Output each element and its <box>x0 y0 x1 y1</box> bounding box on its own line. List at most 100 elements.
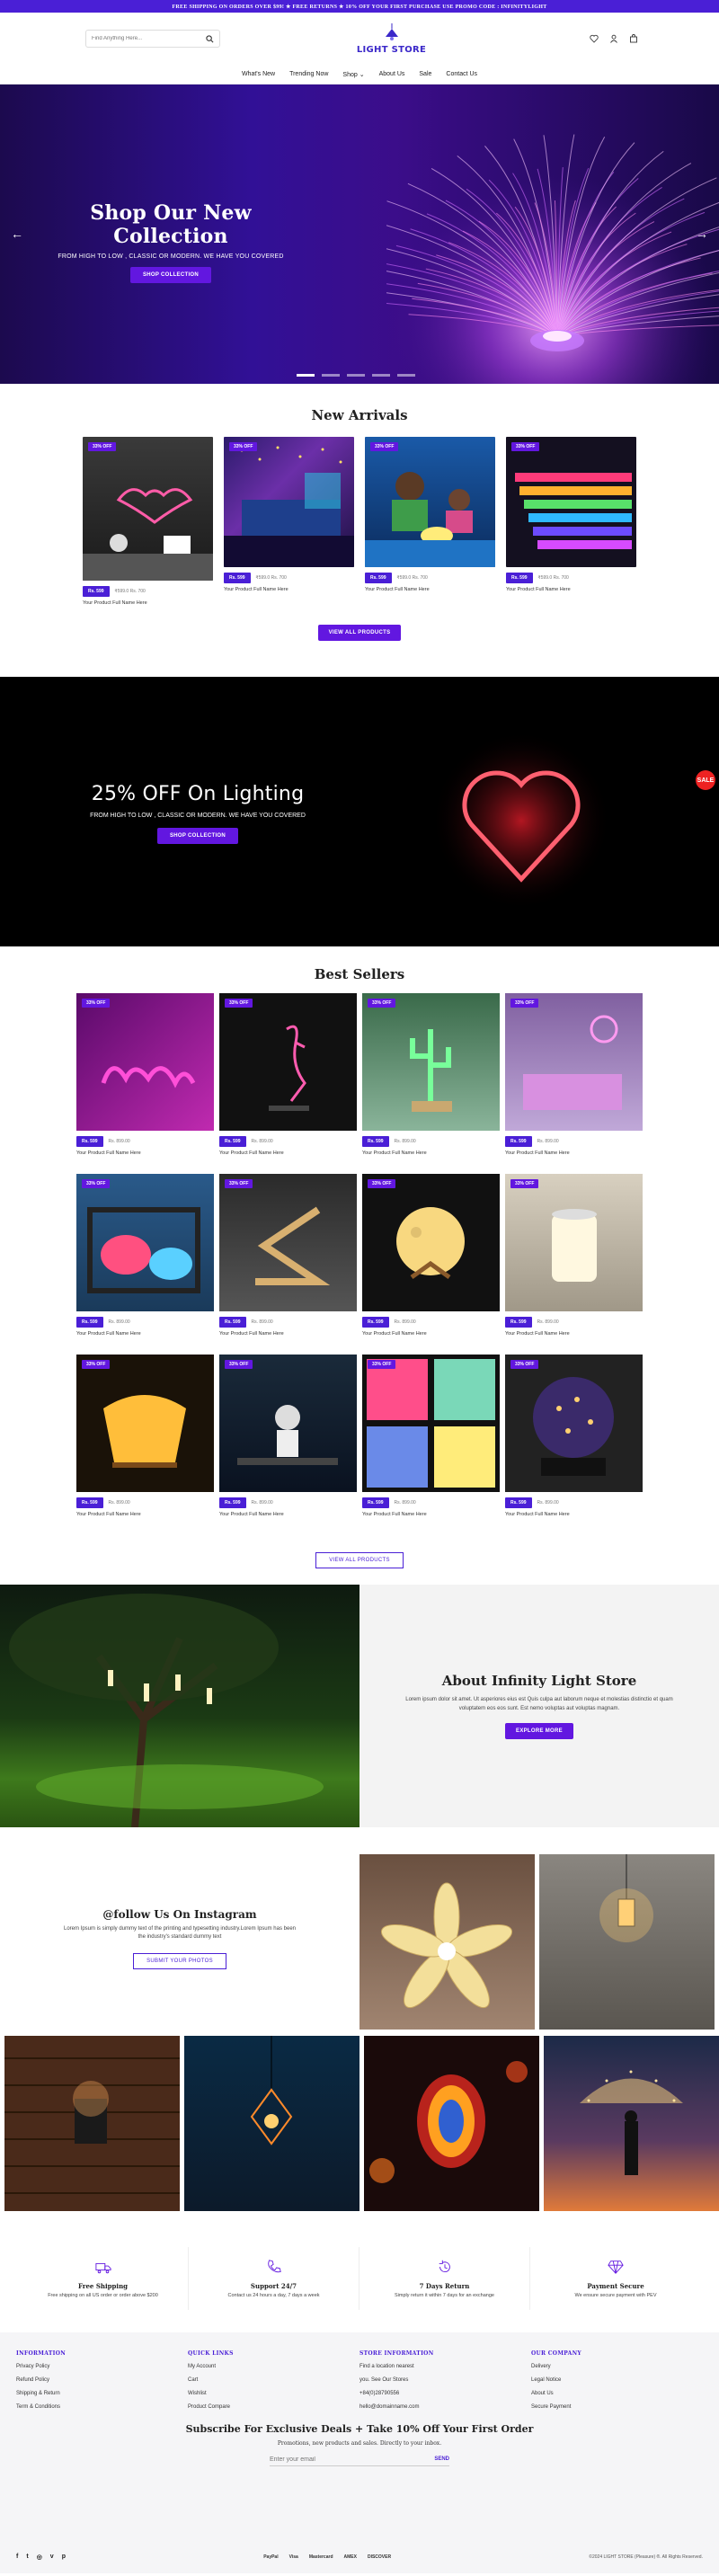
explore-more-button[interactable]: EXPLORE MORE <box>505 1722 573 1739</box>
nav-whats-new[interactable]: What's New <box>242 71 275 77</box>
slider-dot[interactable] <box>372 374 390 377</box>
product-card[interactable]: 33% OFF Rs. 599 Rs. 899.00 Your Product F… <box>505 1174 643 1349</box>
instagram-photo[interactable] <box>364 2036 539 2211</box>
slider-dot[interactable] <box>397 374 415 377</box>
send-button[interactable]: SEND <box>434 2456 449 2463</box>
product-image[interactable]: 33% OFF <box>505 993 643 1131</box>
pinterest-icon[interactable]: p <box>62 2554 66 2561</box>
nav-trending-now[interactable]: Trending Now <box>289 71 328 77</box>
product-name[interactable]: Your Product Full Name Here <box>219 1331 357 1337</box>
product-name[interactable]: Your Product Full Name Here <box>505 1150 643 1156</box>
product-name[interactable]: Your Product Full Name Here <box>362 1331 500 1337</box>
product-card[interactable]: 33% OFF Rs. 599 Rs. 899.00 Your Product F… <box>76 993 214 1168</box>
product-image[interactable]: 33% OFF <box>219 1355 357 1492</box>
product-card[interactable]: 33% OFF Rs. 599 Rs. 899.00 Your Product F… <box>362 1355 500 1530</box>
product-card[interactable]: 33% OFF Rs. 599 Rs. 899.00 Your Product F… <box>505 1355 643 1530</box>
footer-link[interactable]: hello@domainname.com <box>360 2404 531 2410</box>
footer-link[interactable]: About Us <box>531 2391 703 2396</box>
footer-link[interactable]: Cart <box>188 2377 360 2383</box>
product-image[interactable]: 33% OFF <box>505 1355 643 1492</box>
product-card[interactable]: 33% OFF Rs. 599 Rs. 899.00 Your Product F… <box>76 1174 214 1349</box>
facebook-icon[interactable]: f <box>16 2554 18 2561</box>
footer-link[interactable]: Wishlist <box>188 2391 360 2396</box>
product-image[interactable]: 33% OFF <box>365 437 495 567</box>
product-card[interactable]: 33% OFF Rs. 599 ₹599.0 Rs. 700 Your Produ… <box>506 437 636 606</box>
view-all-products-button[interactable]: VIEW ALL PRODUCTS <box>317 625 402 641</box>
product-name[interactable]: Your Product Full Name Here <box>76 1512 214 1517</box>
footer-link[interactable]: Term & Conditions <box>16 2404 188 2410</box>
footer-link[interactable]: Find a location nearest <box>360 2364 531 2369</box>
product-card[interactable]: 33% OFF Rs. 599 Rs. 899.00 Your Product F… <box>219 1355 357 1530</box>
slider-dot[interactable] <box>297 374 315 377</box>
footer-link[interactable]: Delivery <box>531 2364 703 2369</box>
promo-shop-collection-button[interactable]: SHOP COLLECTION <box>156 828 239 844</box>
product-name[interactable]: Your Product Full Name Here <box>219 1512 357 1517</box>
product-image[interactable]: 33% OFF <box>362 1355 500 1492</box>
submit-photos-button[interactable]: SUBMIT YOUR PHOTOS <box>133 1953 226 1969</box>
slider-dot[interactable] <box>347 374 365 377</box>
product-name[interactable]: Your Product Full Name Here <box>362 1150 500 1156</box>
product-image[interactable]: 33% OFF <box>362 1174 500 1311</box>
product-card[interactable]: 33% OFF Rs. 599 ₹599.0 Rs. 700 Your Produ… <box>365 437 495 606</box>
product-card[interactable]: 33% OFF Rs. 599 Rs. 899.00 Your Product F… <box>362 993 500 1168</box>
product-image[interactable]: 33% OFF <box>83 437 213 581</box>
slider-prev-arrow-icon[interactable]: ← <box>11 227 23 241</box>
nav-about-us[interactable]: About Us <box>379 71 405 77</box>
footer-link[interactable]: Legal Notice <box>531 2377 703 2383</box>
instagram-photo[interactable] <box>184 2036 360 2211</box>
search-input[interactable] <box>92 36 200 41</box>
product-card[interactable]: 33% OFF Rs. 599 Rs. 899.00 Your Product F… <box>505 993 643 1168</box>
best-sellers-view-all-button[interactable]: VIEW ALL PRODUCTS <box>315 1552 404 1568</box>
product-image[interactable]: 33% OFF <box>224 437 354 567</box>
nav-contact-us[interactable]: Contact Us <box>446 71 477 77</box>
instagram-photo[interactable] <box>539 1854 715 2030</box>
product-image[interactable]: 33% OFF <box>76 1174 214 1311</box>
product-name[interactable]: Your Product Full Name Here <box>224 587 354 592</box>
cart-icon[interactable] <box>629 34 638 43</box>
slider-dot[interactable] <box>322 374 340 377</box>
product-card[interactable]: 33% OFF Rs. 599 Rs. 899.00 Your Product F… <box>76 1355 214 1530</box>
sale-badge[interactable]: SALE <box>696 770 715 790</box>
product-name[interactable]: Your Product Full Name Here <box>76 1331 214 1337</box>
product-card[interactable]: 33% OFF Rs. 599 Rs. 899.00 Your Product F… <box>219 993 357 1168</box>
instagram-photo[interactable] <box>4 2036 180 2211</box>
search-icon[interactable] <box>206 34 214 43</box>
footer-link[interactable]: Privacy Policy <box>16 2364 188 2369</box>
product-name[interactable]: Your Product Full Name Here <box>76 1150 214 1156</box>
email-field[interactable] <box>270 2456 351 2463</box>
footer-link[interactable]: Refund Policy <box>16 2377 188 2383</box>
footer-link[interactable]: Shipping & Return <box>16 2391 188 2396</box>
product-card[interactable]: 33% OFF Rs. 599 Rs. 899.00 Your Product F… <box>219 1174 357 1349</box>
footer-link[interactable]: Secure Payment <box>531 2404 703 2410</box>
product-name[interactable]: Your Product Full Name Here <box>505 1512 643 1517</box>
product-image[interactable]: 33% OFF <box>219 993 357 1131</box>
product-image[interactable]: 33% OFF <box>362 993 500 1131</box>
footer-link[interactable]: Product Compare <box>188 2404 360 2410</box>
vimeo-icon[interactable]: v <box>50 2554 54 2561</box>
instagram-photo[interactable] <box>544 2036 719 2211</box>
product-image[interactable]: 33% OFF <box>505 1174 643 1311</box>
nav-sale[interactable]: Sale <box>419 71 431 77</box>
product-name[interactable]: Your Product Full Name Here <box>83 600 213 606</box>
store-logo[interactable]: LIGHT STORE <box>357 22 426 55</box>
product-name[interactable]: Your Product Full Name Here <box>365 587 495 592</box>
product-image[interactable]: 33% OFF <box>506 437 636 567</box>
slider-next-arrow-icon[interactable]: → <box>696 227 708 241</box>
instagram-icon[interactable]: ◎ <box>37 2554 42 2561</box>
heart-icon[interactable] <box>590 34 599 43</box>
product-image[interactable]: 33% OFF <box>76 1355 214 1492</box>
footer-link[interactable]: My Account <box>188 2364 360 2369</box>
shop-collection-button[interactable]: SHOP COLLECTION <box>129 267 212 283</box>
product-card[interactable]: 33% OFF Rs. 599 Rs. 899.00 Your Product F… <box>362 1174 500 1349</box>
product-name[interactable]: Your Product Full Name Here <box>506 587 636 592</box>
nav-shop[interactable]: Shop ⌄ <box>342 71 364 78</box>
product-card[interactable]: 33% OFF Rs. 599 ₹599.0 Rs. 700 Your Produ… <box>83 437 213 606</box>
product-name[interactable]: Your Product Full Name Here <box>505 1331 643 1337</box>
product-image[interactable]: 33% OFF <box>219 1174 357 1311</box>
product-name[interactable]: Your Product Full Name Here <box>219 1150 357 1156</box>
twitter-icon[interactable]: t <box>26 2554 28 2561</box>
search-box[interactable] <box>85 30 220 48</box>
product-image[interactable]: 33% OFF <box>76 993 214 1131</box>
product-card[interactable]: 33% OFF Rs. 599 ₹599.0 Rs. 700 Your Produ… <box>224 437 354 606</box>
user-icon[interactable] <box>609 34 618 43</box>
